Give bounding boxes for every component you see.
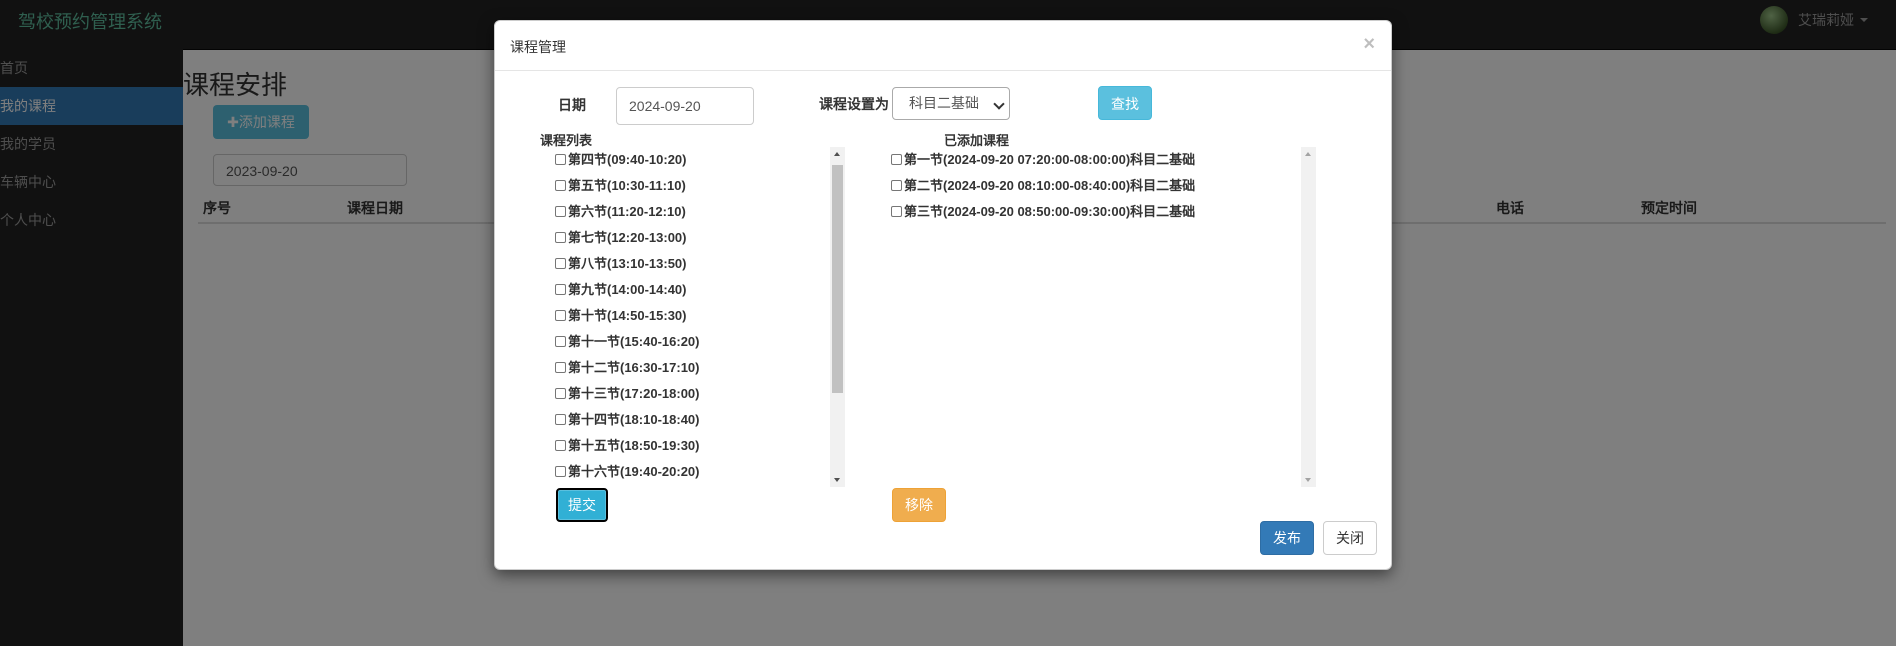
checkbox[interactable] (555, 388, 566, 399)
checkbox[interactable] (555, 362, 566, 373)
publish-button[interactable]: 发布 (1260, 521, 1314, 555)
checkbox[interactable] (555, 258, 566, 269)
list-item[interactable]: 第八节(13:10-13:50) (555, 251, 810, 277)
course-type-select[interactable]: 科目二基础 (892, 87, 1010, 120)
checkbox[interactable] (891, 180, 902, 191)
list-item[interactable]: 第一节(2024-09-20 07:20:00-08:00:00)科目二基础 (891, 147, 1303, 173)
scroll-down-arrow-icon[interactable] (1305, 478, 1311, 482)
checkbox[interactable] (891, 154, 902, 165)
course-setting-label: 课程设置为 (819, 96, 889, 112)
course-management-modal: 课程管理 × 日期 2024-09-20 课程设置为 科目二基础 查找 课程列表… (494, 20, 1392, 570)
list-item-label: 第十二节(16:30-17:10) (568, 360, 700, 375)
added-course-list[interactable]: 第一节(2024-09-20 07:20:00-08:00:00)科目二基础 第二… (891, 147, 1303, 487)
checkbox[interactable] (555, 180, 566, 191)
checkbox[interactable] (555, 466, 566, 477)
date-label: 日期 (558, 97, 586, 113)
list-item-label: 第二节(2024-09-20 08:10:00-08:40:00)科目二基础 (904, 178, 1196, 193)
list-item-label: 第十四节(18:10-18:40) (568, 412, 700, 427)
submit-button[interactable]: 提交 (556, 488, 608, 522)
list-item[interactable]: 第九节(14:00-14:40) (555, 277, 810, 303)
list-item[interactable]: 第三节(2024-09-20 08:50:00-09:30:00)科目二基础 (891, 199, 1303, 225)
checkbox[interactable] (555, 440, 566, 451)
scroll-thumb[interactable] (832, 165, 843, 393)
list-item[interactable]: 第十四节(18:10-18:40) (555, 407, 810, 433)
checkbox[interactable] (555, 232, 566, 243)
added-list-scrollbar[interactable] (1301, 147, 1316, 487)
remove-button[interactable]: 移除 (892, 488, 946, 522)
checkbox[interactable] (891, 206, 902, 217)
checkbox[interactable] (555, 414, 566, 425)
course-list[interactable]: 第四节(09:40-10:20) 第五节(10:30-11:10) 第六节(11:2… (555, 147, 810, 487)
list-item-label: 第十节(14:50-15:30) (568, 308, 687, 323)
list-item-label: 第九节(14:00-14:40) (568, 282, 687, 297)
list-item-label: 第十六节(19:40-20:20) (568, 464, 700, 479)
list-item-label: 第五节(10:30-11:10) (568, 178, 686, 193)
find-button[interactable]: 查找 (1098, 86, 1152, 120)
checkbox[interactable] (555, 310, 566, 321)
checkbox[interactable] (555, 206, 566, 217)
course-type-selected: 科目二基础 (909, 95, 979, 111)
list-item[interactable]: 第五节(10:30-11:10) (555, 173, 810, 199)
list-item-label: 第十五节(18:50-19:30) (568, 438, 700, 453)
list-item-label: 第六节(11:20-12:10) (568, 204, 686, 219)
list-item[interactable]: 第十三节(17:20-18:00) (555, 381, 810, 407)
list-item-label: 第十三节(17:20-18:00) (568, 386, 700, 401)
list-item-label: 第三节(2024-09-20 08:50:00-09:30:00)科目二基础 (904, 204, 1196, 219)
list-item-label: 第八节(13:10-13:50) (568, 256, 687, 271)
list-item[interactable]: 第十节(14:50-15:30) (555, 303, 810, 329)
scroll-up-arrow-icon[interactable] (1305, 152, 1311, 156)
checkbox[interactable] (555, 154, 566, 165)
list-item[interactable]: 第十六节(19:40-20:20) (555, 459, 810, 485)
chevron-down-icon (993, 98, 1005, 110)
list-item[interactable]: 第十一节(15:40-16:20) (555, 329, 810, 355)
date-input[interactable]: 2024-09-20 (616, 87, 754, 125)
list-item[interactable]: 第七节(12:20-13:00) (555, 225, 810, 251)
scroll-down-arrow-icon[interactable] (834, 478, 840, 482)
modal-header: 课程管理 × (495, 21, 1391, 71)
list-item[interactable]: 第四节(09:40-10:20) (555, 147, 810, 173)
list-item-label: 第十一节(15:40-16:20) (568, 334, 700, 349)
close-icon[interactable]: × (1363, 33, 1375, 56)
list-item[interactable]: 第二节(2024-09-20 08:10:00-08:40:00)科目二基础 (891, 173, 1303, 199)
list-item[interactable]: 第十五节(18:50-19:30) (555, 433, 810, 459)
checkbox[interactable] (555, 336, 566, 347)
scroll-up-arrow-icon[interactable] (834, 152, 840, 156)
checkbox[interactable] (555, 284, 566, 295)
list-item[interactable]: 第六节(11:20-12:10) (555, 199, 810, 225)
close-button[interactable]: 关闭 (1323, 521, 1377, 555)
list-item[interactable]: 第十二节(16:30-17:10) (555, 355, 810, 381)
list-item-label: 第四节(09:40-10:20) (568, 152, 687, 167)
list-item-label: 第一节(2024-09-20 07:20:00-08:00:00)科目二基础 (904, 152, 1196, 167)
list-item-label: 第七节(12:20-13:00) (568, 230, 687, 245)
modal-title: 课程管理 (510, 39, 566, 55)
course-list-scrollbar[interactable] (830, 147, 845, 487)
